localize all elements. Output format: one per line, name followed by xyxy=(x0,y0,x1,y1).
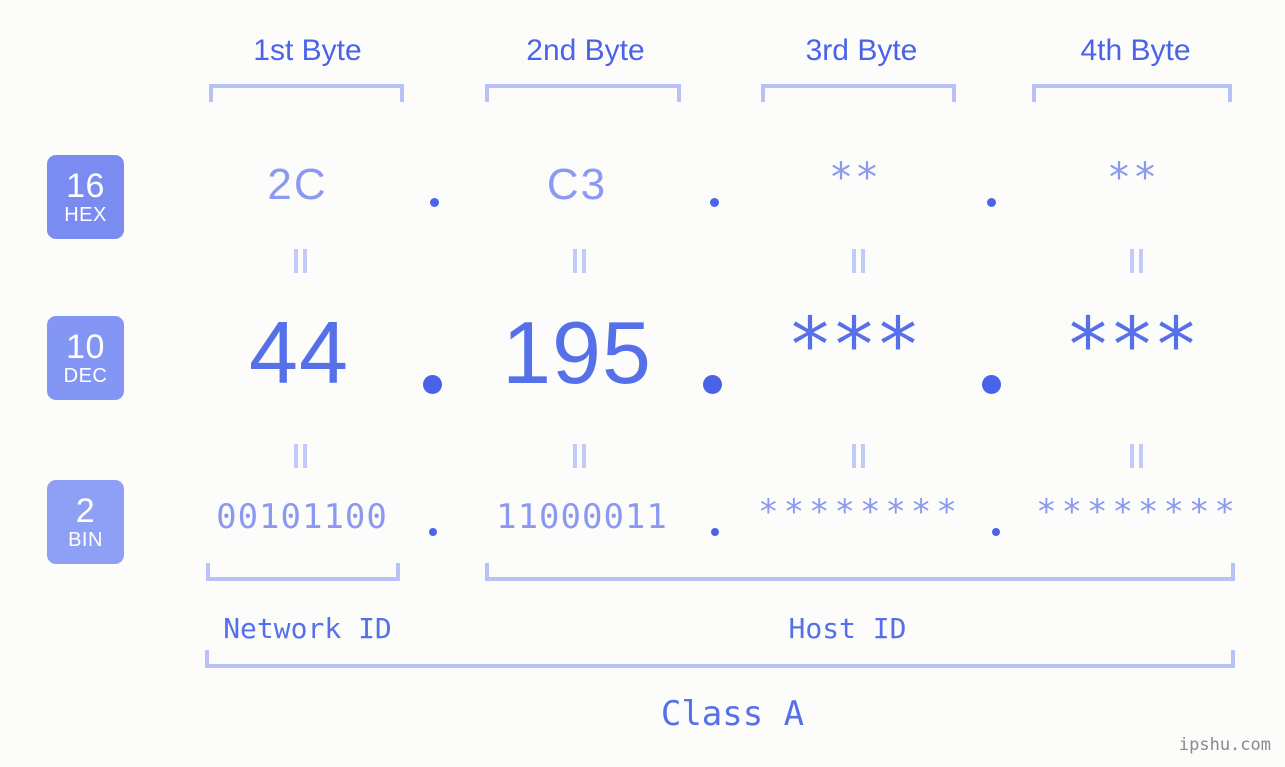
equality-mark-hex-dec-1 xyxy=(293,249,309,273)
byte-bracket-top-4 xyxy=(1032,84,1232,102)
dec-value-byte-2: 195 xyxy=(502,303,652,402)
hex-separator-dot-3 xyxy=(987,198,996,207)
equality-mark-dec-bin-1 xyxy=(293,444,309,468)
hex-value-byte-1: 2C xyxy=(267,160,328,209)
byte-header-label-3: 3rd Byte xyxy=(805,34,918,67)
dec-separator-dot-3 xyxy=(982,375,1001,394)
bin-value-byte-2: 11000011 xyxy=(496,497,668,537)
equality-mark-dec-bin-2 xyxy=(572,444,588,468)
base-badge-dec: 10 DEC xyxy=(47,316,124,400)
byte-header-label-4: 4th Byte xyxy=(1080,34,1191,67)
host-id-label: Host ID xyxy=(788,612,907,645)
class-bracket xyxy=(205,650,1235,668)
base-badge-bin-name: BIN xyxy=(68,528,103,551)
equality-mark-dec-bin-3 xyxy=(851,444,867,468)
byte-bracket-top-2 xyxy=(485,84,681,102)
dec-value-byte-4: *** xyxy=(1069,300,1201,389)
bin-value-byte-4: ******** xyxy=(1036,492,1240,532)
bin-separator-dot-1 xyxy=(429,528,437,536)
class-label: Class A xyxy=(660,694,805,734)
network-id-label: Network ID xyxy=(223,612,392,645)
hex-separator-dot-1 xyxy=(430,198,439,207)
dec-value-byte-3: *** xyxy=(791,300,923,389)
base-badge-bin-number: 2 xyxy=(75,491,96,530)
network-id-bracket xyxy=(206,563,400,581)
byte-bracket-top-1 xyxy=(209,84,404,102)
byte-bracket-top-3 xyxy=(761,84,956,102)
hex-value-byte-2: C3 xyxy=(546,160,608,209)
base-badge-hex-number: 16 xyxy=(66,166,105,205)
ip-address-breakdown-diagram: 1st Byte 2nd Byte 3rd Byte 4th Byte 16 H… xyxy=(0,0,1285,767)
bin-separator-dot-3 xyxy=(992,528,1000,536)
equality-mark-hex-dec-2 xyxy=(572,249,588,273)
bin-value-byte-1: 00101100 xyxy=(216,497,388,537)
base-badge-hex-name: HEX xyxy=(64,203,107,226)
dec-value-byte-1: 44 xyxy=(249,303,349,402)
base-badge-hex: 16 HEX xyxy=(47,155,124,239)
byte-header-label-1: 1st Byte xyxy=(253,34,362,67)
hex-value-byte-3: ** xyxy=(831,155,883,201)
site-watermark: ipshu.com xyxy=(1178,735,1271,755)
host-id-bracket xyxy=(485,563,1235,581)
byte-header-label-2: 2nd Byte xyxy=(526,34,645,67)
bin-separator-dot-2 xyxy=(711,528,719,536)
dec-separator-dot-2 xyxy=(703,375,722,394)
base-badge-bin: 2 BIN xyxy=(47,480,124,564)
dec-separator-dot-1 xyxy=(423,375,442,394)
equality-mark-hex-dec-4 xyxy=(1129,249,1145,273)
base-badge-dec-name: DEC xyxy=(63,364,108,387)
hex-separator-dot-2 xyxy=(710,198,719,207)
hex-value-byte-4: ** xyxy=(1109,155,1161,201)
base-badge-dec-number: 10 xyxy=(66,327,105,366)
equality-mark-dec-bin-4 xyxy=(1129,444,1145,468)
equality-mark-hex-dec-3 xyxy=(851,249,867,273)
bin-value-byte-3: ******** xyxy=(758,492,962,532)
